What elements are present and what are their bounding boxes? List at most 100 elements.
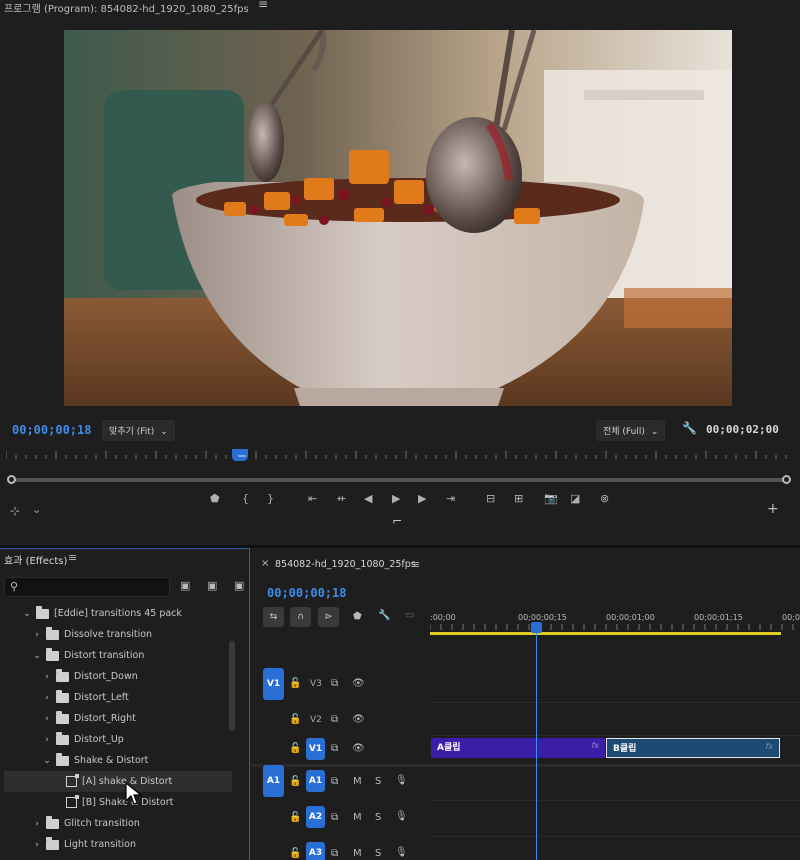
mute-button[interactable]: M <box>353 812 362 823</box>
go-to-prev-edit-icon[interactable]: ⇷ <box>337 492 346 505</box>
zoom-scroll-bar[interactable] <box>12 478 788 482</box>
timeline-current-timecode[interactable]: 00;00;00;18 <box>267 586 346 600</box>
extract-icon[interactable]: ⊞ <box>514 492 523 505</box>
solo-button[interactable]: S <box>375 812 381 823</box>
insert-sequence-nest-icon[interactable]: ⇆ <box>263 607 284 627</box>
step-forward-icon[interactable]: ▶ <box>418 492 426 505</box>
effects-menu-icon[interactable]: ≡ <box>68 551 77 564</box>
effects-tree-item[interactable]: › Distort_Down <box>4 666 232 687</box>
step-back-icon[interactable]: ◀ <box>364 492 372 505</box>
mute-button[interactable]: M <box>353 848 362 859</box>
vr-video-icon[interactable]: ⊗ <box>600 492 609 505</box>
track-target-v1[interactable]: V1 <box>306 738 325 760</box>
track-target-a2[interactable]: A2 <box>306 806 325 828</box>
effects-tree-item[interactable]: [B] Shake & Distort <box>4 792 232 813</box>
video-audio-divider[interactable] <box>251 764 800 767</box>
solo-button[interactable]: S <box>375 848 381 859</box>
chevron-right-icon[interactable]: › <box>42 693 52 703</box>
trim-toggle-icon[interactable]: ⌐ <box>392 514 402 528</box>
program-current-timecode[interactable]: 00;00;00;18 <box>12 423 91 437</box>
sync-lock-icon[interactable]: ⧉ <box>331 743 338 754</box>
microphone-icon[interactable]: 🎙 <box>395 811 408 822</box>
button-editor-add-button[interactable]: + <box>767 501 779 517</box>
linked-selection-icon[interactable]: ⊳ <box>318 607 339 627</box>
mute-button[interactable]: M <box>353 776 362 787</box>
program-time-ruler[interactable] <box>6 449 794 463</box>
chevron-right-icon[interactable]: › <box>42 735 52 745</box>
effects-tree-item[interactable]: › Distort_Left <box>4 687 232 708</box>
mark-out-icon[interactable]: } <box>267 492 274 505</box>
effects-tree-item[interactable]: › Dissolve transition <box>4 624 232 645</box>
lock-icon[interactable]: 🔓 <box>289 714 301 725</box>
chevron-right-icon[interactable]: › <box>42 714 52 724</box>
wrench-icon[interactable]: 🔧 <box>378 610 390 621</box>
captions-icon[interactable]: ▭ <box>405 610 414 621</box>
marker-icon[interactable]: ⬟ <box>210 492 220 505</box>
timeline-menu-icon[interactable]: ≡ <box>411 558 420 571</box>
chevron-down-icon[interactable]: ⌄ <box>22 609 32 619</box>
sync-lock-icon[interactable]: ⧉ <box>331 776 338 787</box>
yuv-effects-icon[interactable]: ▣ <box>234 579 244 592</box>
go-to-out-icon[interactable]: ⇥ <box>446 492 455 505</box>
effects-tree-item[interactable]: › Glitch transition <box>4 813 232 834</box>
lock-icon[interactable]: 🔓 <box>289 678 301 689</box>
comparison-view-icon[interactable]: ◪ <box>570 492 580 505</box>
add-marker-icon[interactable]: ⬟ <box>353 611 362 622</box>
effects-panel-title[interactable]: 효과 (Effects) <box>4 552 67 567</box>
zoom-fit-dropdown[interactable]: 맞추기 (Fit) ⌄ <box>102 420 175 441</box>
clip-b[interactable]: B클립 fx <box>606 738 780 758</box>
sequence-tab[interactable]: 854082-hd_1920_1080_25fps <box>275 559 416 570</box>
chevron-right-icon[interactable]: › <box>32 630 42 640</box>
snap-icon[interactable]: ∩ <box>290 607 311 627</box>
sync-lock-icon[interactable]: ⧉ <box>331 848 338 859</box>
eye-icon[interactable]: 👁 <box>352 714 365 725</box>
32bit-effects-icon[interactable]: ▣ <box>207 579 217 592</box>
microphone-icon[interactable]: 🎙 <box>395 775 408 786</box>
program-playhead[interactable] <box>232 449 252 461</box>
zoom-scroll-right-handle[interactable] <box>782 475 791 484</box>
lock-icon[interactable]: 🔓 <box>289 776 301 787</box>
effects-tree-item[interactable]: › Distort_Right <box>4 708 232 729</box>
program-menu-icon[interactable]: ≡ <box>258 0 268 11</box>
timeline-playhead-line[interactable] <box>536 622 537 860</box>
timeline-playhead-handle[interactable] <box>531 622 542 633</box>
zoom-scroll-left-handle[interactable] <box>7 475 16 484</box>
effects-tree-item[interactable]: › Light transition <box>4 834 232 855</box>
clip-a[interactable]: A클립 fx <box>431 738 605 758</box>
go-to-in-icon[interactable]: ⇤ <box>308 492 317 505</box>
chevron-down-icon[interactable]: ⌄ <box>32 503 41 516</box>
microphone-icon[interactable]: 🎙 <box>395 847 408 858</box>
work-area-bar[interactable] <box>430 632 781 635</box>
chevron-right-icon[interactable]: › <box>42 672 52 682</box>
playback-resolution-dropdown[interactable]: 전체 (Full) ⌄ <box>596 420 666 441</box>
play-icon[interactable]: ▶ <box>392 492 400 505</box>
effects-tree-item[interactable]: › Distort_Up <box>4 729 232 750</box>
lock-icon[interactable]: 🔓 <box>289 743 301 754</box>
effects-tree-item[interactable]: ⌄ Shake & Distort <box>4 750 232 771</box>
lift-icon[interactable]: ⊟ <box>486 492 495 505</box>
close-icon[interactable]: × <box>261 558 269 569</box>
accelerated-effects-icon[interactable]: ▣ <box>180 579 190 592</box>
lock-icon[interactable]: 🔓 <box>289 848 301 859</box>
track-target-a1[interactable]: A1 <box>306 770 325 792</box>
effects-tree-item[interactable]: [A] shake & Distort <box>4 771 232 792</box>
chevron-right-icon[interactable]: › <box>32 840 42 850</box>
eye-icon[interactable]: 👁 <box>352 743 365 754</box>
effects-tree-item[interactable]: ⌄ Distort transition <box>4 645 232 666</box>
track-target-a3[interactable]: A3 <box>306 842 325 860</box>
effects-search-input[interactable]: ⚲ <box>4 577 170 597</box>
sync-lock-icon[interactable]: ⧉ <box>331 812 338 823</box>
mark-in-icon[interactable]: { <box>242 492 249 505</box>
lock-icon[interactable]: 🔓 <box>289 812 301 823</box>
effects-tree-item[interactable]: ⌄ [Eddie] transitions 45 pack <box>4 603 232 624</box>
chevron-right-icon[interactable]: › <box>32 819 42 829</box>
export-frame-icon[interactable]: 📷 <box>544 492 558 505</box>
wrench-icon[interactable]: 🔧 <box>682 421 697 435</box>
solo-button[interactable]: S <box>375 776 381 787</box>
sync-lock-icon[interactable]: ⧉ <box>331 678 338 689</box>
sync-lock-icon[interactable]: ⧉ <box>331 714 338 725</box>
settings-grid-icon[interactable]: ⊹ <box>10 504 20 518</box>
chevron-down-icon[interactable]: ⌄ <box>42 756 52 766</box>
chevron-down-icon[interactable]: ⌄ <box>32 651 42 661</box>
eye-icon[interactable]: 👁 <box>352 678 365 689</box>
